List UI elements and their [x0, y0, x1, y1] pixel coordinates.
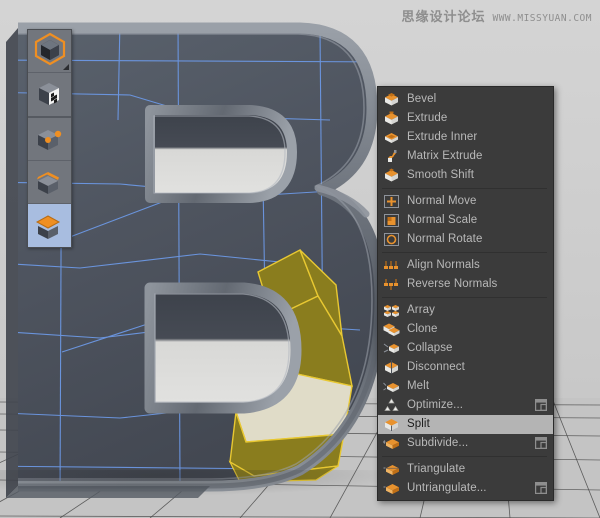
- menu-item-label: Align Normals: [407, 256, 480, 275]
- menu-item-normal-rotate[interactable]: Normal Rotate: [378, 230, 553, 249]
- menu-separator: [382, 188, 547, 189]
- untriangulate-icon: [382, 481, 400, 497]
- open-dialog-icon[interactable]: [535, 437, 547, 449]
- menu-item-extrude-inner[interactable]: Extrude Inner: [378, 128, 553, 147]
- normal-move-icon: [382, 194, 400, 210]
- mode-button-polygons[interactable]: [28, 204, 71, 247]
- application-window: BevelExtrudeExtrude InnerMatrix ExtrudeS…: [0, 0, 600, 518]
- open-dialog-icon[interactable]: [535, 399, 547, 411]
- menu-separator: [382, 456, 547, 457]
- mode-toolbar[interactable]: [27, 29, 72, 248]
- menu-item-array[interactable]: Array: [378, 301, 553, 320]
- menu-item-normal-scale[interactable]: Normal Scale: [378, 211, 553, 230]
- menu-item-split[interactable]: Split: [378, 415, 553, 434]
- menu-item-label: Triangulate: [407, 460, 465, 479]
- watermark-forum-name: 思缘设计论坛: [401, 6, 485, 25]
- menu-item-bevel[interactable]: Bevel: [378, 90, 553, 109]
- menu-item-label: Clone: [407, 320, 438, 339]
- menu-item-disconnect[interactable]: Disconnect: [378, 358, 553, 377]
- menu-item-untriangulate[interactable]: Untriangulate...: [378, 479, 553, 498]
- lower-counter: [150, 288, 296, 408]
- matrix-extrude-icon: [382, 149, 400, 165]
- menu-item-label: Matrix Extrude: [407, 147, 483, 166]
- menu-item-align-normals[interactable]: Align Normals: [378, 256, 553, 275]
- mode-button-make-editable[interactable]: [28, 30, 71, 73]
- extrude-cube-icon: [382, 111, 400, 127]
- menu-item-normal-move[interactable]: Normal Move: [378, 192, 553, 211]
- bevel-cube-icon: [382, 92, 400, 108]
- mode-group-components: [28, 118, 71, 247]
- menu-item-optimize[interactable]: Optimize...: [378, 396, 553, 415]
- menu-item-label: Normal Rotate: [407, 230, 482, 249]
- menu-separator: [382, 297, 547, 298]
- menu-item-collapse[interactable]: Collapse: [378, 339, 553, 358]
- mode-button-points[interactable]: [28, 118, 71, 161]
- menu-item-label: Extrude: [407, 109, 447, 128]
- mode-button-axis-modeling[interactable]: [28, 73, 71, 116]
- menu-item-matrix-extrude[interactable]: Matrix Extrude: [378, 147, 553, 166]
- menu-item-label: Subdivide...: [407, 434, 468, 453]
- menu-item-label: Split: [407, 415, 430, 434]
- menu-item-label: Melt: [407, 377, 429, 396]
- menu-item-label: Normal Move: [407, 192, 476, 211]
- menu-item-triangulate[interactable]: Triangulate: [378, 460, 553, 479]
- smooth-shift-icon: [382, 168, 400, 184]
- extrude-inner-icon: [382, 130, 400, 146]
- mesh-context-menu[interactable]: BevelExtrudeExtrude InnerMatrix ExtrudeS…: [377, 86, 554, 501]
- menu-item-label: Disconnect: [407, 358, 465, 377]
- normal-rotate-icon: [382, 232, 400, 248]
- watermark: 思缘设计论坛 WWW.MISSYUAN.COM: [401, 6, 592, 25]
- menu-item-label: Normal Scale: [407, 211, 477, 230]
- split-icon: [382, 417, 400, 433]
- mode-button-edges[interactable]: [28, 161, 71, 204]
- watermark-url: WWW.MISSYUAN.COM: [492, 13, 592, 24]
- menu-item-smooth-shift[interactable]: Smooth Shift: [378, 166, 553, 185]
- menu-item-extrude[interactable]: Extrude: [378, 109, 553, 128]
- subdivide-icon: [382, 436, 400, 452]
- collapse-icon: [382, 341, 400, 357]
- mode-corner-indicator: [63, 64, 69, 70]
- menu-item-label: Untriangulate...: [407, 479, 487, 498]
- disconnect-icon: [382, 360, 400, 376]
- upper-counter: [150, 110, 292, 198]
- optimize-icon: [382, 398, 400, 414]
- menu-item-label: Bevel: [407, 90, 436, 109]
- normal-scale-icon: [382, 213, 400, 229]
- triangulate-icon: [382, 462, 400, 478]
- menu-item-clone[interactable]: Clone: [378, 320, 553, 339]
- melt-icon: [382, 379, 400, 395]
- menu-item-label: Reverse Normals: [407, 275, 497, 294]
- menu-item-subdivide[interactable]: Subdivide...: [378, 434, 553, 453]
- menu-item-label: Array: [407, 301, 435, 320]
- menu-item-reverse-normals[interactable]: Reverse Normals: [378, 275, 553, 294]
- open-dialog-icon[interactable]: [535, 482, 547, 494]
- menu-item-label: Extrude Inner: [407, 128, 477, 147]
- menu-item-label: Optimize...: [407, 396, 463, 415]
- menu-item-label: Collapse: [407, 339, 453, 358]
- clone-icon: [382, 322, 400, 338]
- cube-outline-icon: [33, 32, 67, 71]
- model-shadow: [0, 470, 400, 496]
- align-normals-icon: [382, 258, 400, 274]
- menu-item-melt[interactable]: Melt: [378, 377, 553, 396]
- reverse-normals-icon: [382, 277, 400, 293]
- menu-item-label: Smooth Shift: [407, 166, 474, 185]
- array-icon: [382, 303, 400, 319]
- mode-group-object: [28, 30, 71, 118]
- menu-separator: [382, 252, 547, 253]
